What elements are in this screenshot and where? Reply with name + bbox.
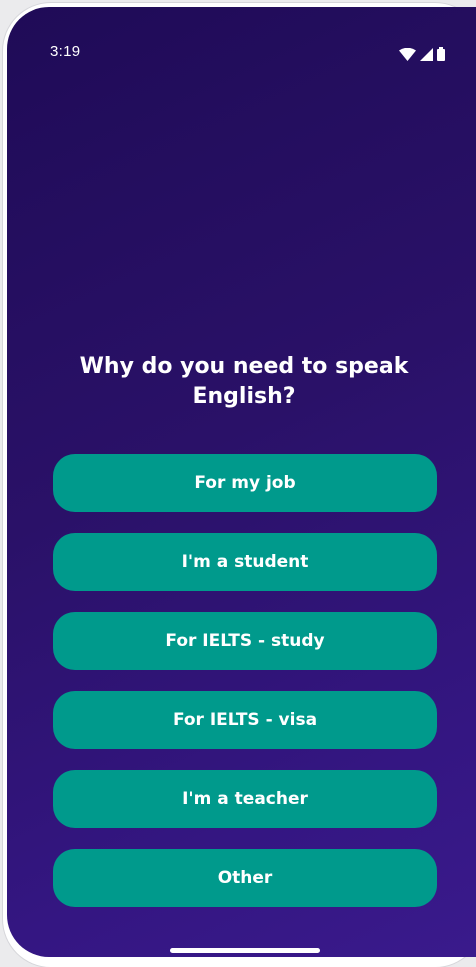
status-icons bbox=[399, 47, 445, 61]
option-teacher-button[interactable]: I'm a teacher bbox=[53, 770, 437, 828]
option-other-button[interactable]: Other bbox=[53, 849, 437, 907]
battery-icon bbox=[437, 47, 445, 61]
status-bar: 3:19 bbox=[7, 7, 476, 87]
answer-options: For my job I'm a student For IELTS - stu… bbox=[53, 454, 437, 928]
option-ielts-visa-button[interactable]: For IELTS - visa bbox=[53, 691, 437, 749]
app-screen: 3:19 Why do you need to speak English? F… bbox=[7, 7, 476, 957]
question-title: Why do you need to speak English? bbox=[79, 354, 409, 409]
option-ielts-study-button[interactable]: For IELTS - study bbox=[53, 612, 437, 670]
signal-icon bbox=[420, 47, 433, 61]
status-time: 3:19 bbox=[50, 43, 81, 60]
home-indicator[interactable] bbox=[170, 948, 320, 953]
wifi-icon bbox=[399, 47, 416, 61]
option-student-button[interactable]: I'm a student bbox=[53, 533, 437, 591]
option-for-my-job-button[interactable]: For my job bbox=[53, 454, 437, 512]
